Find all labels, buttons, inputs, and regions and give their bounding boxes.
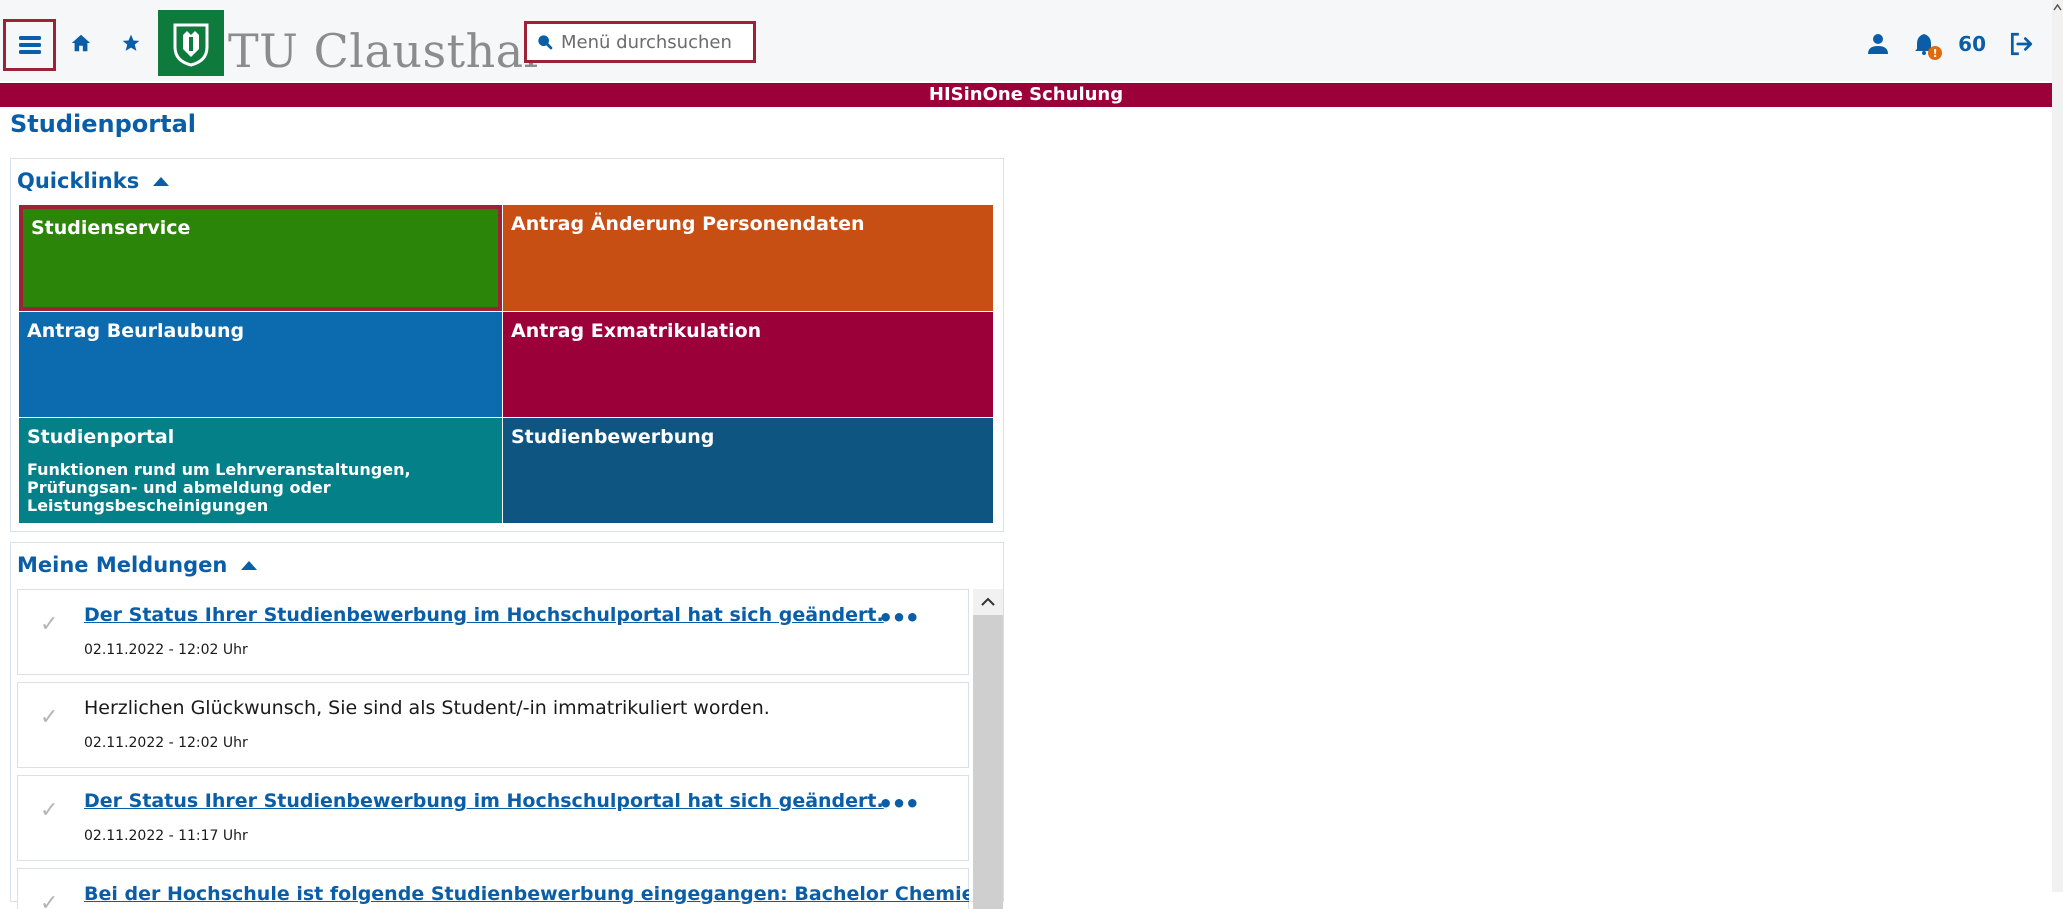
message-item: ✓ Bei der Hochschule ist folgende Studie… xyxy=(17,868,969,909)
quicklink-studienservice[interactable]: Studienservice xyxy=(19,205,502,311)
tile-title: Antrag Änderung Personendaten xyxy=(511,213,865,235)
message-item: ✓ Herzlichen Glückwunsch, Sie sind als S… xyxy=(17,682,969,768)
message-date: 02.11.2022 - 12:02 Uhr xyxy=(84,642,248,658)
message-item: ✓ Der Status Ihrer Studienbewerbung im H… xyxy=(17,775,969,861)
quicklink-antrag-beurlaubung[interactable]: Antrag Beurlaubung xyxy=(19,311,502,417)
quicklink-studienbewerbung[interactable]: Studienbewerbung xyxy=(502,417,993,523)
university-logo[interactable]: TU Clausthal xyxy=(158,10,539,76)
message-date: 02.11.2022 - 12:02 Uhr xyxy=(84,735,248,751)
message-date: 02.11.2022 - 11:17 Uhr xyxy=(84,828,248,844)
logout-button[interactable] xyxy=(2008,31,2034,57)
chevron-up-icon xyxy=(981,597,995,606)
page-title: Studienportal xyxy=(10,110,197,138)
messages-list: ✓ Der Status Ihrer Studienbewerbung im H… xyxy=(17,589,969,909)
user-profile-button[interactable] xyxy=(1866,32,1890,56)
tile-title: Studienportal xyxy=(27,426,175,448)
environment-banner: HISinOne Schulung xyxy=(0,83,2052,107)
favorites-button[interactable] xyxy=(116,28,146,58)
message-link[interactable]: Der Status Ihrer Studienbewerbung im Hoc… xyxy=(84,790,884,812)
home-icon xyxy=(71,34,91,52)
main-menu-button[interactable] xyxy=(3,19,56,71)
tile-title: Antrag Beurlaubung xyxy=(27,320,245,342)
tile-title: Studienservice xyxy=(31,217,191,239)
messages-toggle[interactable]: Meine Meldungen xyxy=(17,553,258,577)
session-minutes: 60 xyxy=(1958,32,1986,56)
star-icon xyxy=(122,34,140,51)
page-scroll-up[interactable] xyxy=(2052,0,2063,14)
notifications-button[interactable]: ! xyxy=(1912,32,1943,60)
checkmark-icon: ✓ xyxy=(40,798,59,823)
checkmark-icon: ✓ xyxy=(40,612,59,637)
tile-title: Antrag Exmatrikulation xyxy=(511,320,762,342)
ellipsis-icon[interactable]: ••• xyxy=(878,790,920,818)
notification-badge: ! xyxy=(1928,46,1943,60)
messages-scrollbar[interactable] xyxy=(973,589,1003,909)
logout-icon xyxy=(2010,32,2033,56)
quicklink-studienportal[interactable]: Studienportal Funktionen rund um Lehrver… xyxy=(19,417,502,523)
quicklinks-panel: Quicklinks Studienservice Antrag Änderun… xyxy=(10,158,1004,532)
message-link[interactable]: Der Status Ihrer Studienbewerbung im Hoc… xyxy=(84,604,884,626)
checkmark-icon: ✓ xyxy=(40,891,59,909)
hamburger-menu-icon xyxy=(18,36,41,54)
quicklink-antrag-aenderung-personendaten[interactable]: Antrag Änderung Personendaten xyxy=(502,205,993,311)
tile-description: Funktionen rund um Lehrveranstaltungen, … xyxy=(27,460,411,515)
message-text: Herzlichen Glückwunsch, Sie sind als Stu… xyxy=(84,697,770,719)
messages-panel: Meine Meldungen ✓ Der Status Ihrer Studi… xyxy=(10,542,1004,909)
chevron-up-icon xyxy=(2053,3,2062,10)
quicklinks-title: Quicklinks xyxy=(17,169,140,193)
header-actions: ! 60 xyxy=(1866,28,2034,60)
page-scrollbar[interactable] xyxy=(2052,0,2063,892)
message-item: ✓ Der Status Ihrer Studienbewerbung im H… xyxy=(17,589,969,675)
ellipsis-icon[interactable]: ••• xyxy=(878,604,920,632)
user-icon xyxy=(1868,34,1889,54)
quicklink-antrag-exmatrikulation[interactable]: Antrag Exmatrikulation xyxy=(502,311,993,417)
session-timer: 60 xyxy=(1958,32,1986,56)
top-bar: TU Clausthal ! 60 xyxy=(0,0,2052,81)
tile-title: Studienbewerbung xyxy=(511,426,715,448)
menu-search-input[interactable] xyxy=(559,30,753,54)
message-link[interactable]: Bei der Hochschule ist folgende Studienb… xyxy=(84,883,969,905)
search-icon xyxy=(538,35,553,50)
scroll-up-button[interactable] xyxy=(973,589,1003,615)
logo-text: TU Clausthal xyxy=(228,24,539,78)
chevron-up-icon xyxy=(241,560,258,570)
menu-search-box[interactable] xyxy=(524,21,756,63)
home-button[interactable] xyxy=(66,28,96,58)
checkmark-icon: ✓ xyxy=(40,705,59,730)
crest-icon xyxy=(158,10,224,76)
quicklinks-toggle[interactable]: Quicklinks xyxy=(17,169,170,193)
messages-title: Meine Meldungen xyxy=(17,553,228,577)
chevron-up-icon xyxy=(153,176,170,186)
